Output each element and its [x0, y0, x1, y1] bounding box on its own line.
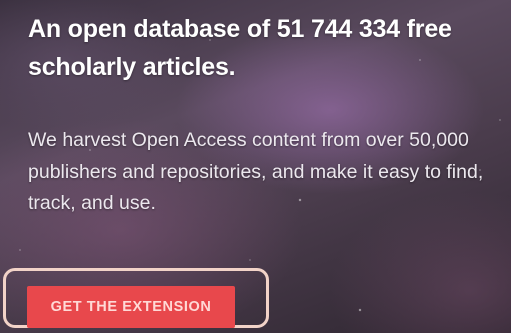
get-extension-button[interactable]: GET THE EXTENSION: [27, 286, 235, 328]
hero-headline: An open database of 51 744 334 free scho…: [28, 15, 452, 81]
hero-description: We harvest Open Access content from over…: [28, 129, 484, 214]
hero-section: An open database of 51 744 334 free scho…: [0, 0, 511, 333]
